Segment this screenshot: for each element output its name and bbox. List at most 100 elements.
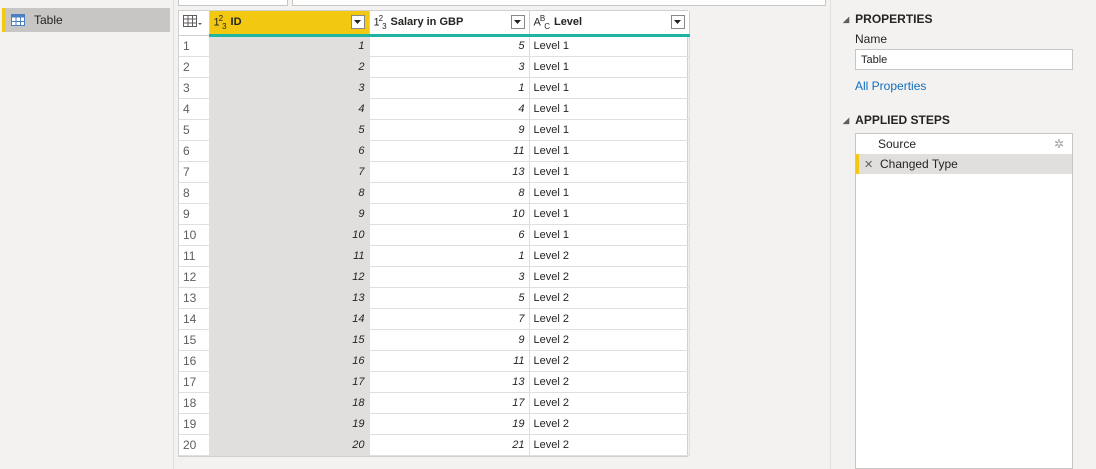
table-row[interactable]: 6 6 11 Level 1 bbox=[179, 140, 690, 162]
cell-salary[interactable]: 5 bbox=[369, 287, 530, 309]
cell-level[interactable]: Level 2 bbox=[529, 413, 690, 435]
row-number[interactable]: 16 bbox=[179, 350, 210, 372]
cell-id[interactable]: 20 bbox=[209, 434, 370, 456]
cell-salary[interactable]: 21 bbox=[369, 434, 530, 456]
cell-id[interactable]: 3 bbox=[209, 77, 370, 99]
table-row[interactable]: 7 7 13 Level 1 bbox=[179, 161, 690, 183]
row-number[interactable]: 6 bbox=[179, 140, 210, 162]
row-number[interactable]: 9 bbox=[179, 203, 210, 225]
row-number[interactable]: 10 bbox=[179, 224, 210, 246]
table-row[interactable]: 13 13 5 Level 2 bbox=[179, 287, 690, 309]
cell-level[interactable]: Level 1 bbox=[529, 161, 690, 183]
cell-salary[interactable]: 19 bbox=[369, 413, 530, 435]
cell-level[interactable]: Level 1 bbox=[529, 98, 690, 120]
cell-id[interactable]: 16 bbox=[209, 350, 370, 372]
cell-salary[interactable]: 6 bbox=[369, 224, 530, 246]
applied-steps-heading[interactable]: ◢ APPLIED STEPS bbox=[843, 113, 950, 127]
cell-level[interactable]: Level 2 bbox=[529, 308, 690, 330]
table-row[interactable]: 2 2 3 Level 1 bbox=[179, 56, 690, 78]
cell-level[interactable]: Level 2 bbox=[529, 266, 690, 288]
step-changed-type[interactable]: ✕ Changed Type bbox=[856, 154, 1072, 174]
cell-id[interactable]: 19 bbox=[209, 413, 370, 435]
query-item-table[interactable]: Table bbox=[2, 8, 170, 32]
cell-salary[interactable]: 3 bbox=[369, 266, 530, 288]
cell-level[interactable]: Level 2 bbox=[529, 350, 690, 372]
cell-salary[interactable]: 11 bbox=[369, 140, 530, 162]
cell-salary[interactable]: 7 bbox=[369, 308, 530, 330]
table-row[interactable]: 14 14 7 Level 2 bbox=[179, 308, 690, 330]
row-number[interactable]: 7 bbox=[179, 161, 210, 183]
cell-salary[interactable]: 9 bbox=[369, 329, 530, 351]
name-box[interactable] bbox=[178, 0, 288, 6]
row-number[interactable]: 3 bbox=[179, 77, 210, 99]
cell-id[interactable]: 14 bbox=[209, 308, 370, 330]
cell-level[interactable]: Level 1 bbox=[529, 140, 690, 162]
row-number[interactable]: 18 bbox=[179, 392, 210, 414]
table-row[interactable]: 15 15 9 Level 2 bbox=[179, 329, 690, 351]
cell-level[interactable]: Level 1 bbox=[529, 224, 690, 246]
cell-level[interactable]: Level 2 bbox=[529, 371, 690, 393]
cell-id[interactable]: 17 bbox=[209, 371, 370, 393]
cell-level[interactable]: Level 1 bbox=[529, 119, 690, 141]
table-row[interactable]: 8 8 8 Level 1 bbox=[179, 182, 690, 204]
cell-id[interactable]: 18 bbox=[209, 392, 370, 414]
table-menu-button[interactable] bbox=[179, 11, 210, 36]
cell-level[interactable]: Level 2 bbox=[529, 392, 690, 414]
cell-id[interactable]: 12 bbox=[209, 266, 370, 288]
row-number[interactable]: 8 bbox=[179, 182, 210, 204]
table-row[interactable]: 4 4 4 Level 1 bbox=[179, 98, 690, 120]
table-row[interactable]: 5 5 9 Level 1 bbox=[179, 119, 690, 141]
cell-id[interactable]: 6 bbox=[209, 140, 370, 162]
cell-id[interactable]: 2 bbox=[209, 56, 370, 78]
row-number[interactable]: 14 bbox=[179, 308, 210, 330]
cell-level[interactable]: Level 2 bbox=[529, 329, 690, 351]
cell-id[interactable]: 4 bbox=[209, 98, 370, 120]
table-row[interactable]: 16 16 11 Level 2 bbox=[179, 350, 690, 372]
table-row[interactable]: 11 11 1 Level 2 bbox=[179, 245, 690, 267]
column-header-id[interactable]: 123 ID bbox=[209, 11, 370, 37]
cell-salary[interactable]: 5 bbox=[369, 35, 530, 57]
row-number[interactable]: 13 bbox=[179, 287, 210, 309]
row-number[interactable]: 12 bbox=[179, 266, 210, 288]
column-header-level[interactable]: ABC Level bbox=[529, 11, 690, 37]
cell-level[interactable]: Level 1 bbox=[529, 35, 690, 57]
cell-salary[interactable]: 13 bbox=[369, 371, 530, 393]
table-row[interactable]: 1 1 5 Level 1 bbox=[179, 35, 690, 57]
cell-id[interactable]: 11 bbox=[209, 245, 370, 267]
row-number[interactable]: 5 bbox=[179, 119, 210, 141]
table-row[interactable]: 18 18 17 Level 2 bbox=[179, 392, 690, 414]
cell-id[interactable]: 8 bbox=[209, 182, 370, 204]
cell-level[interactable]: Level 2 bbox=[529, 434, 690, 456]
delete-step-icon[interactable]: ✕ bbox=[864, 158, 876, 171]
row-number[interactable]: 20 bbox=[179, 434, 210, 456]
row-number[interactable]: 17 bbox=[179, 371, 210, 393]
cell-salary[interactable]: 10 bbox=[369, 203, 530, 225]
table-row[interactable]: 20 20 21 Level 2 bbox=[179, 434, 690, 456]
table-row[interactable]: 19 19 19 Level 2 bbox=[179, 413, 690, 435]
cell-id[interactable]: 9 bbox=[209, 203, 370, 225]
properties-heading[interactable]: ◢ PROPERTIES bbox=[843, 12, 933, 26]
cell-salary[interactable]: 9 bbox=[369, 119, 530, 141]
step-source[interactable]: Source ✲ bbox=[856, 134, 1072, 154]
row-number[interactable]: 2 bbox=[179, 56, 210, 78]
cell-id[interactable]: 1 bbox=[209, 35, 370, 57]
cell-level[interactable]: Level 2 bbox=[529, 287, 690, 309]
cell-level[interactable]: Level 1 bbox=[529, 77, 690, 99]
cell-id[interactable]: 10 bbox=[209, 224, 370, 246]
column-filter-button[interactable] bbox=[670, 15, 685, 29]
cell-salary[interactable]: 11 bbox=[369, 350, 530, 372]
cell-salary[interactable]: 17 bbox=[369, 392, 530, 414]
cell-id[interactable]: 15 bbox=[209, 329, 370, 351]
cell-salary[interactable]: 4 bbox=[369, 98, 530, 120]
cell-salary[interactable]: 8 bbox=[369, 182, 530, 204]
cell-salary[interactable]: 13 bbox=[369, 161, 530, 183]
cell-level[interactable]: Level 1 bbox=[529, 203, 690, 225]
cell-level[interactable]: Level 1 bbox=[529, 56, 690, 78]
table-row[interactable]: 3 3 1 Level 1 bbox=[179, 77, 690, 99]
column-filter-button[interactable] bbox=[350, 15, 365, 29]
cell-salary[interactable]: 3 bbox=[369, 56, 530, 78]
column-header-salary[interactable]: 123 Salary in GBP bbox=[369, 11, 530, 37]
gear-icon[interactable]: ✲ bbox=[1054, 137, 1064, 151]
row-number[interactable]: 19 bbox=[179, 413, 210, 435]
cell-salary[interactable]: 1 bbox=[369, 245, 530, 267]
